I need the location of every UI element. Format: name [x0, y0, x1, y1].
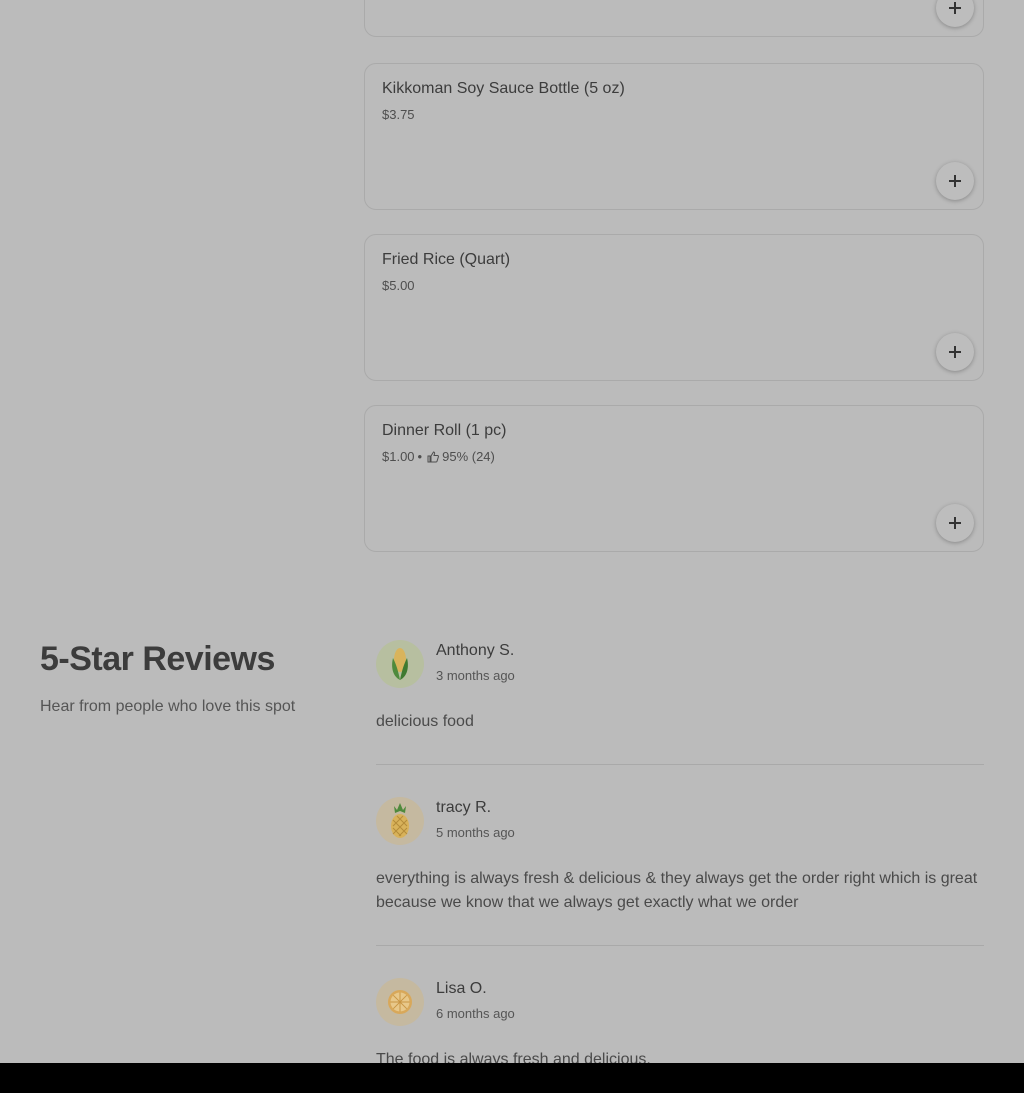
menu-item-card[interactable]: Kikkoman Soy Sauce Bottle (5 oz) $3.75: [364, 63, 984, 210]
review-text: delicious food: [376, 713, 474, 730]
item-price-row: $3.75: [382, 107, 415, 122]
plus-icon: [949, 2, 961, 14]
orange-slice-icon: [388, 990, 412, 1014]
divider: [376, 945, 984, 946]
avatar: [376, 797, 424, 845]
corn-icon: [392, 648, 408, 680]
avatar: [376, 640, 424, 688]
item-price-row: $1.00 • 95% (24): [382, 449, 495, 464]
item-rating: 95% (24): [442, 449, 495, 464]
review-item: Lisa O. 6 months ago The food is always …: [376, 978, 984, 1068]
menu-item-card[interactable]: Fried Rice (Quart) $5.00: [364, 234, 984, 381]
menu-item-card[interactable]: Dinner Roll (1 pc) $1.00 • 95% (24): [364, 405, 984, 552]
pineapple-icon: [391, 803, 409, 838]
item-price: $5.00: [382, 278, 415, 293]
reviews-heading: 5-Star Reviews: [40, 640, 275, 678]
avatar: [376, 978, 424, 1026]
review-date: 5 months ago: [436, 825, 515, 840]
add-item-button[interactable]: [936, 504, 974, 542]
add-item-button[interactable]: [936, 333, 974, 371]
thumbs-up-icon: [427, 450, 440, 462]
item-name: Dinner Roll (1 pc): [382, 422, 507, 439]
review-item: tracy R. 5 months ago everything is alwa…: [376, 797, 984, 927]
plus-icon: [949, 346, 961, 358]
reviewer-name: Lisa O.: [436, 980, 487, 997]
separator-dot: •: [417, 449, 423, 464]
add-item-button[interactable]: [936, 162, 974, 200]
reviewer-name: Anthony S.: [436, 642, 515, 659]
review-date: 6 months ago: [436, 1006, 515, 1021]
item-name: Kikkoman Soy Sauce Bottle (5 oz): [382, 80, 625, 97]
item-price: $1.00: [382, 449, 415, 464]
reviews-subheading: Hear from people who love this spot: [40, 698, 296, 715]
menu-item-card[interactable]: [364, 0, 984, 37]
divider: [376, 764, 984, 765]
bottom-bar: [0, 1063, 1024, 1093]
item-name: Fried Rice (Quart): [382, 251, 511, 268]
reviewer-name: tracy R.: [436, 799, 492, 816]
review-date: 3 months ago: [436, 668, 515, 683]
item-price-row: $5.00: [382, 278, 415, 293]
review-text: everything is always fresh & delicious &…: [376, 870, 978, 911]
plus-icon: [949, 175, 961, 187]
item-price: $3.75: [382, 107, 415, 122]
review-item: Anthony S. 3 months ago delicious food: [376, 640, 984, 740]
add-item-button[interactable]: [936, 0, 974, 27]
plus-icon: [949, 517, 961, 529]
